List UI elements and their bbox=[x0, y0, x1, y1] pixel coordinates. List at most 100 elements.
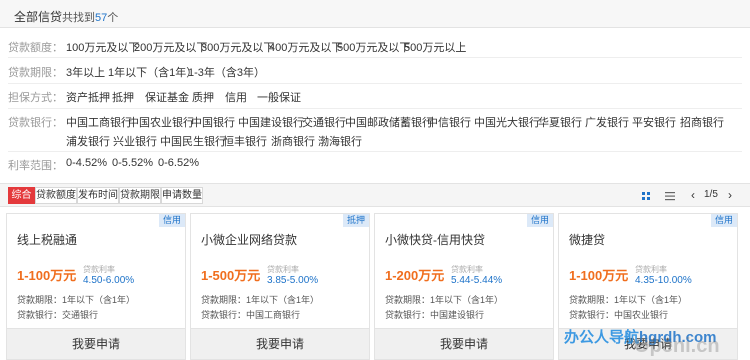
filter-option[interactable]: 平安银行 bbox=[632, 114, 676, 130]
filter-option[interactable]: 中国建设银行 bbox=[238, 114, 304, 130]
count-suffix: 个 bbox=[107, 12, 119, 24]
filter-option[interactable]: 0-5.52% bbox=[112, 157, 153, 169]
loan-amount: 1-100万元 bbox=[17, 268, 77, 283]
filter-option[interactable]: 保证基金 bbox=[145, 89, 189, 105]
filter-row-rate: 利率范围： 0-4.52% 0-5.52% 0-6.52% bbox=[0, 157, 750, 172]
filter-option[interactable]: 0-6.52% bbox=[158, 157, 199, 169]
rate-label: 贷款利率 bbox=[451, 265, 483, 274]
filter-option[interactable]: 500万元以上 bbox=[404, 39, 466, 55]
rate-label: 贷款利率 bbox=[267, 265, 299, 274]
loan-bank: 贷款银行：交通银行 bbox=[17, 310, 99, 320]
filter-option[interactable]: 质押 bbox=[192, 89, 214, 105]
filter-option[interactable]: 兴业银行 bbox=[113, 133, 157, 149]
loan-bank: 贷款银行：中国建设银行 bbox=[385, 310, 485, 320]
sort-applications-button[interactable]: 申请数量 bbox=[161, 187, 203, 204]
filter-option[interactable]: 一般保证 bbox=[257, 89, 301, 105]
loan-amount: 1-500万元 bbox=[201, 268, 261, 283]
watermark-text: 办公人导航 bbox=[564, 329, 640, 346]
filter-option[interactable]: 中国农业银行 bbox=[128, 114, 194, 130]
filter-option[interactable]: 中国工商银行 bbox=[66, 114, 132, 130]
loan-term: 贷款期限：1年以下（含1年） bbox=[201, 295, 320, 305]
apply-button[interactable]: 我要申请 bbox=[191, 328, 369, 359]
filter-option[interactable]: 1-3年（含3年） bbox=[188, 64, 265, 80]
loan-product-name[interactable]: 小微快贷-信用快贷 bbox=[385, 231, 485, 248]
loan-card[interactable]: 抵押 小微企业网络贷款 1-500万元 贷款利率 3.85-5.00% 贷款期限… bbox=[190, 213, 370, 360]
filter-option[interactable]: 200万元及以下 bbox=[134, 39, 207, 55]
filter-option[interactable]: 中国光大银行 bbox=[474, 114, 540, 130]
filter-label-bank: 贷款银行： bbox=[8, 117, 63, 129]
grid-view-icon[interactable] bbox=[639, 189, 653, 203]
loan-product-name[interactable]: 微捷贷 bbox=[569, 231, 605, 248]
loan-card[interactable]: 信用 小微快贷-信用快贷 1-200万元 贷款利率 5.44-5.44% 贷款期… bbox=[374, 213, 554, 360]
results-header: 全部信贷 共找到57个 bbox=[0, 0, 750, 28]
divider bbox=[8, 57, 742, 58]
filter-option[interactable]: 招商银行 bbox=[680, 114, 724, 130]
filter-row-guarantee: 担保方式： 资产抵押 抵押 保证基金 质押 信用 一般保证 bbox=[0, 89, 750, 105]
filter-option[interactable]: 中国民生银行 bbox=[160, 133, 226, 149]
loan-term: 贷款期限：1年以下（含1年） bbox=[17, 295, 136, 305]
loan-rate: 3.85-5.00% bbox=[267, 275, 319, 286]
list-view-icon[interactable] bbox=[663, 189, 677, 203]
result-count: 共找到57个 bbox=[62, 9, 118, 25]
filter-option[interactable]: 中国银行 bbox=[191, 114, 235, 130]
page-indicator: 1/5 bbox=[704, 189, 718, 200]
apply-button[interactable]: 我要申请 bbox=[7, 328, 185, 359]
rate-label: 贷款利率 bbox=[635, 265, 667, 274]
filter-option[interactable]: 中信银行 bbox=[427, 114, 471, 130]
loan-rate: 4.35-10.00% bbox=[635, 275, 692, 286]
filter-option[interactable]: 400万元及以下 bbox=[269, 39, 342, 55]
rate-label: 贷款利率 bbox=[83, 265, 115, 274]
count-prefix: 共找到 bbox=[62, 12, 95, 24]
filter-option[interactable]: 华夏银行 bbox=[538, 114, 582, 130]
loan-amount: 1-100万元 bbox=[569, 268, 629, 283]
loan-type-badge: 信用 bbox=[159, 214, 185, 227]
filter-option[interactable]: 广发银行 bbox=[585, 114, 629, 130]
page-title: 全部信贷 bbox=[14, 10, 63, 24]
filter-label-amount: 贷款额度： bbox=[8, 42, 63, 54]
filter-option[interactable]: 1年以下（含1年） bbox=[108, 64, 197, 80]
filter-row-amount: 贷款额度： 100万元及以下 200万元及以下 300万元及以下 400万元及以… bbox=[0, 39, 750, 55]
sort-comprehensive-button[interactable]: 综合 bbox=[8, 187, 35, 204]
apply-button[interactable]: 我要申请 bbox=[375, 328, 553, 359]
filter-option[interactable]: 交通银行 bbox=[302, 114, 346, 130]
divider bbox=[8, 151, 742, 152]
loan-amount: 1-200万元 bbox=[385, 268, 445, 283]
filter-option[interactable]: 资产抵押 bbox=[66, 89, 110, 105]
filter-option[interactable]: 浙商银行 bbox=[271, 133, 315, 149]
loan-term: 贷款期限：1年以下（含1年） bbox=[569, 295, 688, 305]
loan-type-badge: 抵押 bbox=[343, 214, 369, 227]
filter-option[interactable]: 中国邮政储蓄银行 bbox=[345, 114, 433, 130]
loan-bank: 贷款银行：中国工商银行 bbox=[201, 310, 301, 320]
filter-option[interactable]: 渤海银行 bbox=[318, 133, 362, 149]
watermark-secondary: Openi.cn bbox=[634, 335, 720, 357]
filter-option[interactable]: 300万元及以下 bbox=[201, 39, 274, 55]
loan-term: 贷款期限：1年以下（含1年） bbox=[385, 295, 504, 305]
sort-bar: 综合 贷款额度 发布时间 贷款期限 申请数量 ‹ 1/5 › bbox=[0, 183, 750, 207]
filter-row-term: 贷款期限： 3年以上 1年以下（含1年） 1-3年（含3年） bbox=[0, 64, 750, 80]
filter-option[interactable]: 0-4.52% bbox=[66, 157, 107, 169]
filter-option[interactable]: 500万元及以下 bbox=[337, 39, 410, 55]
next-page-button[interactable]: › bbox=[723, 187, 737, 204]
filter-label-term: 贷款期限： bbox=[8, 67, 63, 79]
filter-row-bank: 贷款银行： 中国工商银行 中国农业银行 中国银行 中国建设银行 交通银行 中国邮… bbox=[0, 114, 750, 149]
filter-label-rate: 利率范围： bbox=[8, 160, 63, 172]
filter-option[interactable]: 100万元及以下 bbox=[66, 39, 139, 55]
filter-option[interactable]: 抵押 bbox=[112, 89, 134, 105]
loan-product-name[interactable]: 线上税融通 bbox=[17, 231, 77, 248]
count-number: 57 bbox=[95, 12, 108, 24]
divider bbox=[8, 108, 742, 109]
sort-amount-button[interactable]: 贷款额度 bbox=[35, 187, 77, 204]
loan-type-badge: 信用 bbox=[711, 214, 737, 227]
sort-date-button[interactable]: 发布时间 bbox=[77, 187, 119, 204]
loan-product-name[interactable]: 小微企业网络贷款 bbox=[201, 231, 297, 248]
prev-page-button[interactable]: ‹ bbox=[686, 187, 700, 204]
filter-option[interactable]: 信用 bbox=[225, 89, 247, 105]
filter-option[interactable]: 3年以上 bbox=[66, 64, 105, 80]
divider bbox=[8, 83, 742, 84]
filter-option[interactable]: 浦发银行 bbox=[66, 133, 110, 149]
filter-label-guarantee: 担保方式： bbox=[8, 92, 63, 104]
loan-card[interactable]: 信用 线上税融通 1-100万元 贷款利率 4.50-6.00% 贷款期限：1年… bbox=[6, 213, 186, 360]
sort-term-button[interactable]: 贷款期限 bbox=[119, 187, 161, 204]
filter-option[interactable]: 恒丰银行 bbox=[223, 133, 267, 149]
loan-type-badge: 信用 bbox=[527, 214, 553, 227]
